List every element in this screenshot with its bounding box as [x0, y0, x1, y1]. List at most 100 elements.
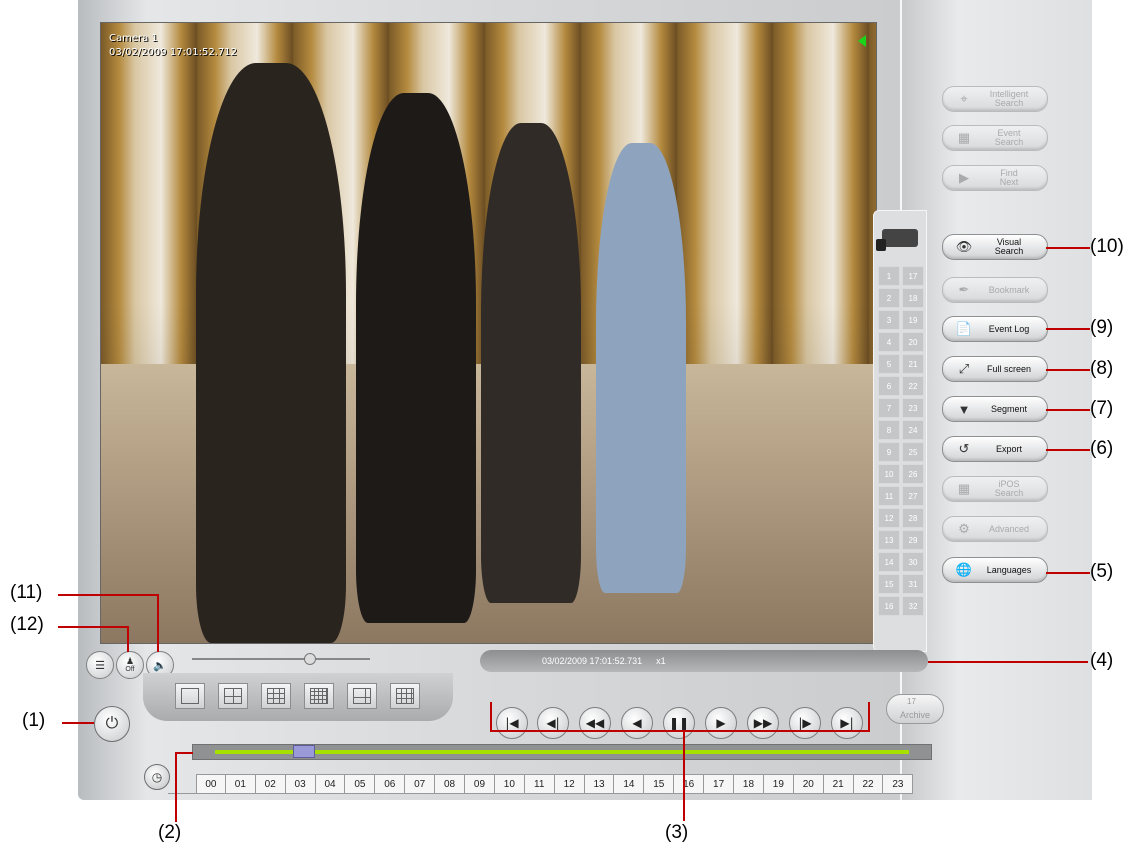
camera-channel-button[interactable]: 17 — [902, 266, 924, 286]
visual-search-button[interactable]: 👁 Visual Search — [942, 234, 1048, 260]
camera-channel-button[interactable]: 13 — [878, 530, 900, 550]
button-label-line2: Search — [994, 488, 1024, 498]
export-button[interactable]: ↺ Export — [942, 436, 1048, 462]
hour-button[interactable]: 09 — [465, 774, 495, 794]
hour-button[interactable]: 17 — [704, 774, 735, 794]
camera-channel-button[interactable]: 29 — [902, 530, 924, 550]
play-button[interactable]: ▶ — [705, 707, 737, 739]
audio-off-button[interactable]: ♟ Off — [116, 651, 144, 679]
camera-channel-button[interactable]: 28 — [902, 508, 924, 528]
hour-button[interactable]: 03 — [285, 774, 316, 794]
layout-1-button[interactable] — [175, 683, 205, 709]
volume-slider-track[interactable] — [192, 658, 370, 660]
camera-channel-button[interactable]: 1 — [878, 266, 900, 286]
event-search-button[interactable]: ▦ Event Search — [942, 125, 1048, 151]
camera-channel-button[interactable]: 20 — [902, 332, 924, 352]
hour-button[interactable]: 10 — [494, 774, 525, 794]
layout-16-button[interactable] — [304, 683, 334, 709]
intelligent-search-button[interactable]: ⌖ Intelligent Search — [942, 86, 1048, 112]
hour-button[interactable]: 18 — [734, 774, 764, 794]
camera-channel-button[interactable]: 22 — [902, 376, 924, 396]
camera-channel-button[interactable]: 23 — [902, 398, 924, 418]
camera-channel-button[interactable]: 9 — [878, 442, 900, 462]
hour-button[interactable]: 01 — [225, 774, 256, 794]
snapshot-button[interactable]: ☰ — [86, 651, 114, 679]
layout-9-button[interactable] — [261, 683, 291, 709]
camera-channel-button[interactable]: 19 — [902, 310, 924, 330]
hour-button[interactable]: 05 — [345, 774, 376, 794]
playback-status-bar: 03/02/2009 17:01:52.731 x1 — [480, 650, 928, 672]
hour-button[interactable]: 16 — [674, 774, 705, 794]
hour-button[interactable]: 06 — [375, 774, 406, 794]
segment-button[interactable]: ▼ Segment — [942, 396, 1048, 422]
hour-button[interactable]: 11 — [524, 774, 555, 794]
find-next-button[interactable]: ▶ Find Next — [942, 165, 1048, 191]
camera-channel-button[interactable]: 10 — [878, 464, 900, 484]
timeline-thumb[interactable] — [293, 745, 315, 758]
fast-rewind-button[interactable]: ◀◀ — [579, 707, 611, 739]
fast-forward-button[interactable]: ▶▶ — [747, 707, 779, 739]
layout-6-button[interactable] — [347, 683, 377, 709]
advanced-button[interactable]: ⚙ Advanced — [942, 516, 1048, 542]
camera-channel-button[interactable]: 24 — [902, 420, 924, 440]
volume-slider-knob[interactable] — [304, 653, 316, 665]
hour-button[interactable]: 07 — [405, 774, 436, 794]
power-button[interactable]: ⏻ — [94, 706, 130, 742]
camera-channel-button[interactable]: 25 — [902, 442, 924, 462]
rewind-button[interactable]: ◀ — [621, 707, 653, 739]
hour-button[interactable]: 15 — [644, 774, 675, 794]
fast-forward-icon: ▶▶ — [753, 716, 773, 730]
camera-channel-button[interactable]: 18 — [902, 288, 924, 308]
hour-button[interactable]: 20 — [793, 774, 824, 794]
time-search-button[interactable]: ◷ — [144, 764, 170, 790]
camera-channel-button[interactable]: 21 — [902, 354, 924, 374]
hour-button[interactable]: 19 — [763, 774, 794, 794]
callout-6-line — [1046, 449, 1090, 451]
video-display[interactable]: Camera 1 03/02/2009 17:01:52.712 — [100, 22, 877, 644]
camera-channel-button[interactable]: 3 — [878, 310, 900, 330]
camera-channel-button[interactable]: 8 — [878, 420, 900, 440]
camera-channel-button[interactable]: 16 — [878, 596, 900, 616]
layout-13-button[interactable] — [390, 683, 420, 709]
camera-channel-button[interactable]: 27 — [902, 486, 924, 506]
camera-channel-button[interactable]: 32 — [902, 596, 924, 616]
hour-button[interactable]: 13 — [584, 774, 615, 794]
hour-button[interactable]: 02 — [255, 774, 286, 794]
hour-button[interactable]: 00 — [196, 774, 226, 794]
hour-button[interactable]: 21 — [823, 774, 854, 794]
camera-channel-button[interactable]: 6 — [878, 376, 900, 396]
hour-button[interactable]: 22 — [853, 774, 884, 794]
hour-button[interactable]: 04 — [315, 774, 346, 794]
languages-button[interactable]: 🌐 Languages — [942, 557, 1048, 583]
camera-channel-button[interactable]: 7 — [878, 398, 900, 418]
bookmark-button[interactable]: ✒ Bookmark — [942, 277, 1048, 303]
previous-frame-button[interactable]: ◀| — [537, 707, 569, 739]
camera-channel-button[interactable]: 11 — [878, 486, 900, 506]
layout-4-button[interactable] — [218, 683, 248, 709]
pause-button[interactable]: ❚❚ — [663, 707, 695, 739]
hour-button[interactable]: 14 — [614, 774, 645, 794]
camera-channel-button[interactable]: 15 — [878, 574, 900, 594]
ipos-search-button[interactable]: ▦ iPOS Search — [942, 476, 1048, 502]
hour-button[interactable]: 08 — [435, 774, 466, 794]
camera-channel-button[interactable]: 26 — [902, 464, 924, 484]
camera-channel-button[interactable]: 12 — [878, 508, 900, 528]
callout-10-line — [1046, 247, 1090, 249]
event-log-button[interactable]: 📄 Event Log — [942, 316, 1048, 342]
timeline-bar[interactable] — [192, 744, 932, 760]
go-to-end-button[interactable]: ▶| — [831, 707, 863, 739]
camera-channel-button[interactable]: 4 — [878, 332, 900, 352]
callout-3-bracket — [490, 730, 870, 732]
recording-indicator-icon — [858, 35, 866, 47]
full-screen-button[interactable]: ⤢ Full screen — [942, 356, 1048, 382]
next-frame-button[interactable]: |▶ — [789, 707, 821, 739]
ipos-search-icon: ▦ — [957, 481, 971, 496]
camera-channel-button[interactable]: 30 — [902, 552, 924, 572]
camera-channel-button[interactable]: 31 — [902, 574, 924, 594]
camera-channel-button[interactable]: 2 — [878, 288, 900, 308]
go-to-beginning-button[interactable]: |◀ — [496, 707, 528, 739]
camera-channel-button[interactable]: 5 — [878, 354, 900, 374]
camera-channel-button[interactable]: 14 — [878, 552, 900, 572]
hour-button[interactable]: 23 — [883, 774, 914, 794]
hour-button[interactable]: 12 — [554, 774, 585, 794]
